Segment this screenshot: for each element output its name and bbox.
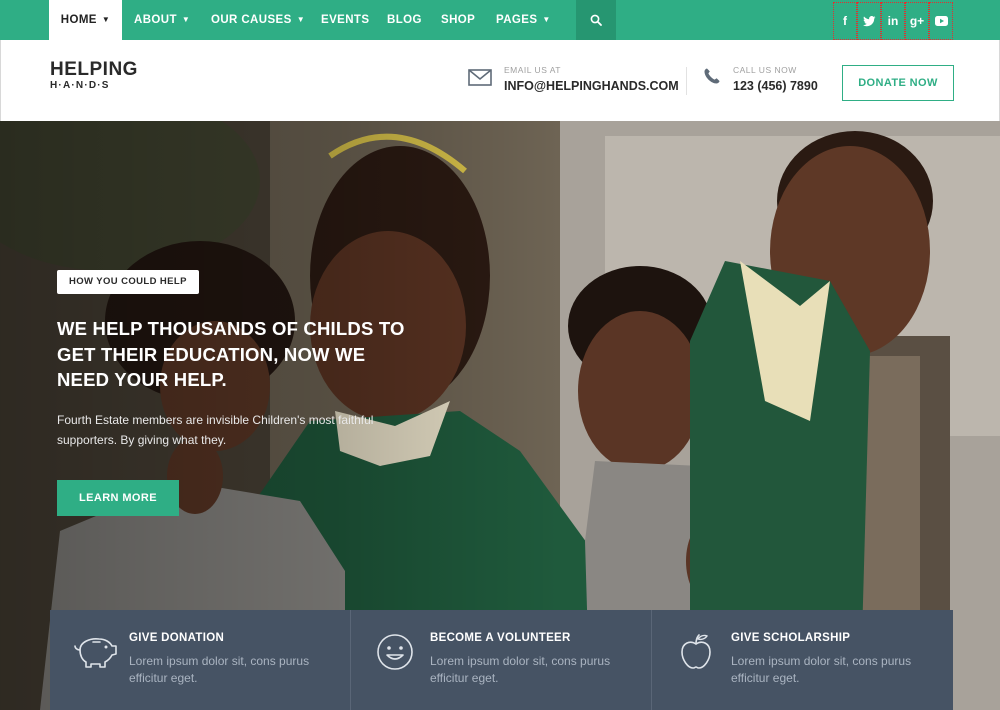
card-title: GIVE DONATION	[129, 632, 225, 644]
email-label: EMAIL US AT	[504, 65, 561, 75]
linkedin-icon[interactable]: in	[881, 2, 905, 40]
email-address[interactable]: INFO@HELPINGHANDS.COM	[504, 79, 679, 93]
youtube-icon[interactable]	[929, 2, 953, 40]
logo[interactable]: HELPING	[50, 60, 138, 80]
hero-headline: WE HELP THOUSANDS OF CHILDS TO GET THEIR…	[57, 318, 405, 390]
nav-item-label: ABOUT	[134, 14, 177, 26]
envelope-icon	[468, 69, 492, 86]
nav-item-pages[interactable]: PAGES ▼	[496, 0, 551, 40]
phone-number[interactable]: 123 (456) 7890	[733, 79, 818, 93]
learn-more-button[interactable]: LEARN MORE	[57, 480, 179, 516]
nav-item-label: OUR CAUSES	[211, 14, 292, 26]
top-navigation-bar: HOME ▼ ABOUT ▼ OUR CAUSES ▼ EVENTS BLOG SHO…	[0, 0, 1000, 40]
header-divider	[686, 67, 687, 95]
hero-tag: HOW YOU COULD HELP	[57, 270, 199, 294]
card-title: GIVE SCHOLARSHIP	[731, 632, 851, 644]
piggy-bank-icon	[74, 638, 117, 668]
phone-label: CALL US NOW	[733, 65, 797, 75]
card-text: Lorem ipsum dolor sit, cons purus effici…	[731, 654, 912, 685]
card-text: Lorem ipsum dolor sit, cons purus effici…	[129, 654, 310, 685]
apple-icon	[681, 634, 711, 669]
nav-item-label: PAGES	[496, 14, 538, 26]
feature-cards: GIVE DONATION Lorem ipsum dolor sit, con…	[50, 610, 953, 710]
smiley-icon	[377, 634, 413, 670]
donate-now-button[interactable]: DONATE NOW	[842, 65, 954, 101]
nav-item-our-causes[interactable]: OUR CAUSES ▼	[211, 0, 305, 40]
phone-icon	[704, 68, 720, 84]
search-button[interactable]	[576, 0, 616, 40]
site-header: HELPING H·A·N·D·S EMAIL US AT INFO@HELPI…	[0, 40, 1000, 121]
hero-subtext: Fourth Estate members are invisible Chil…	[57, 413, 374, 447]
nav-item-label: HOME	[60, 14, 97, 26]
card-become-volunteer[interactable]: BECOME A VOLUNTEER Lorem ipsum dolor sit…	[351, 610, 652, 710]
card-title: BECOME A VOLUNTEER	[430, 632, 571, 644]
googleplus-icon[interactable]: g+	[905, 2, 929, 40]
nav-item-label: SHOP	[441, 14, 476, 26]
card-give-donation[interactable]: GIVE DONATION Lorem ipsum dolor sit, con…	[50, 610, 351, 710]
nav-item-home[interactable]: HOME ▼	[49, 0, 122, 40]
twitter-bird-icon	[862, 15, 875, 26]
caret-down-icon: ▼	[181, 15, 191, 24]
nav-item-label: BLOG	[387, 14, 422, 26]
facebook-icon[interactable]: f	[833, 2, 857, 40]
nav-item-events[interactable]: EVENTS	[321, 0, 369, 40]
nav-item-blog[interactable]: BLOG	[387, 0, 422, 40]
youtube-play-icon	[934, 16, 948, 26]
search-icon	[590, 14, 602, 26]
twitter-icon[interactable]	[857, 2, 881, 40]
nav-item-shop[interactable]: SHOP	[441, 0, 475, 40]
card-text: Lorem ipsum dolor sit, cons purus effici…	[430, 654, 611, 685]
caret-down-icon: ▼	[101, 15, 111, 24]
nav-item-about[interactable]: ABOUT ▼	[134, 0, 190, 40]
card-give-scholarship[interactable]: GIVE SCHOLARSHIP Lorem ipsum dolor sit, …	[652, 610, 953, 710]
logo-subtitle: H·A·N·D·S	[50, 80, 110, 91]
caret-down-icon: ▼	[296, 15, 306, 24]
caret-down-icon: ▼	[542, 15, 551, 24]
nav-item-label: EVENTS	[321, 14, 370, 26]
